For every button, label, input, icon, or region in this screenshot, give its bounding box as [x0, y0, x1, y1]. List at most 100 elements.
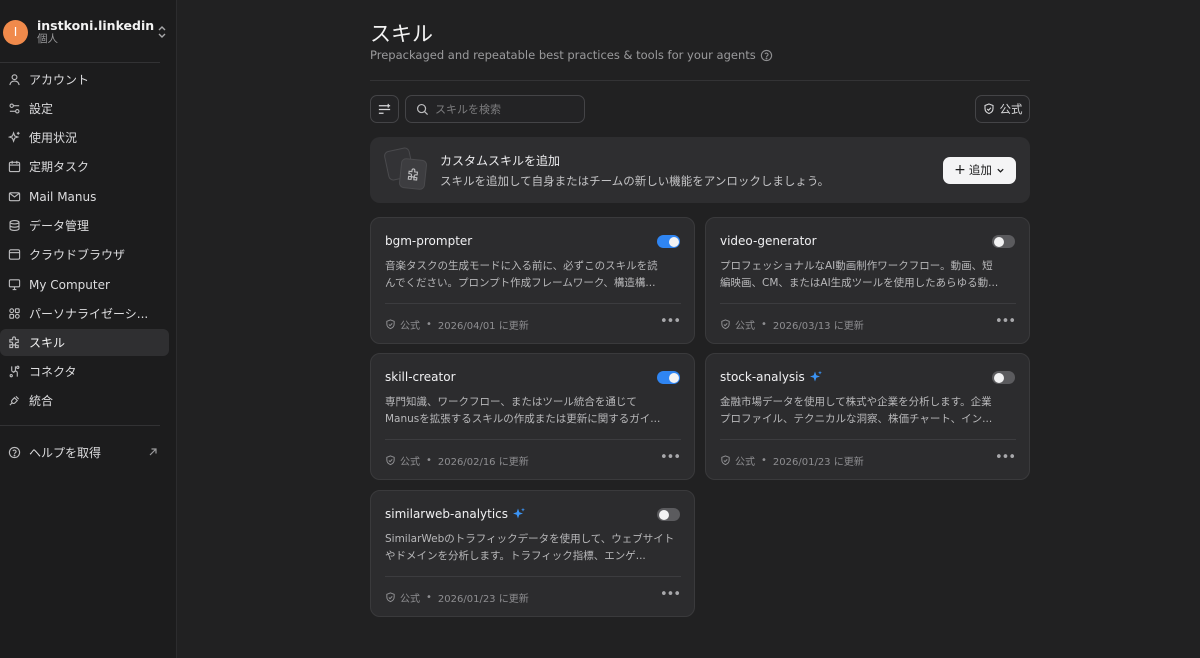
plus-icon: + [954, 162, 966, 178]
chevron-down-icon [997, 168, 1004, 173]
shield-check-icon [386, 319, 395, 330]
skill-meta: 公式 • 2026/01/23 に更新 [720, 453, 864, 468]
skill-description: 専門知識、ワークフロー、またはツール統合を通じて Manusを拡張するスキルの作成… [385, 396, 661, 425]
sidebar-item-mail[interactable]: Mail Manus [0, 183, 169, 210]
shield-check-icon [721, 319, 730, 330]
skill-card-stock-analysis[interactable]: stock-analysis 金融市場データを使用して株式や企業を分析します。企… [705, 353, 1030, 480]
user-icon [9, 74, 20, 86]
official-badge: 公式 [400, 594, 420, 605]
skill-meta: 公式 • 2026/01/23 に更新 [385, 590, 529, 605]
help-circle-icon [8, 446, 21, 459]
connector-icon [9, 365, 20, 378]
sidebar-item-cloud-browser[interactable]: クラウドブラウザ [0, 241, 169, 268]
skill-name: bgm-prompter [385, 234, 473, 248]
puzzle-icon [9, 336, 19, 349]
puzzle-illustration [383, 146, 428, 193]
sparkle-icon [809, 370, 822, 382]
official-badge: 公式 [735, 457, 755, 468]
sidebar-item-data[interactable]: データ管理 [0, 212, 169, 239]
updated-date: 2026/02/16 に更新 [437, 457, 529, 468]
help-circle-icon[interactable] [760, 49, 773, 62]
account-name: instkoni.linkedin [37, 17, 155, 33]
add-custom-skill-banner: カスタムスキルを追加 スキルを追加して自身またはチームの新しい機能をアンロックし… [370, 137, 1030, 203]
account-type: 個人 [37, 33, 58, 46]
external-link-icon [149, 448, 157, 456]
banner-description: スキルを追加して自身またはチームの新しい機能をアンロックしましょう。 [440, 173, 830, 188]
monitor-icon [8, 279, 21, 291]
sidebar-item-label: スキル [29, 336, 66, 350]
skill-name: skill-creator [385, 370, 456, 384]
divider [0, 62, 160, 63]
more-options-icon[interactable]: ••• [660, 451, 681, 464]
sidebar-item-scheduled-tasks[interactable]: 定期タスク [0, 153, 169, 180]
sidebar-item-label: 設定 [29, 102, 54, 116]
more-options-icon[interactable]: ••• [660, 315, 681, 328]
skill-description: SimilarWebのトラフィックデータを使用して、ウェブサイト やドメインを分析… [385, 533, 675, 562]
calendar-icon [8, 160, 21, 173]
more-options-icon[interactable]: ••• [660, 588, 681, 601]
skill-toggle[interactable] [992, 371, 1015, 384]
filter-button[interactable] [370, 95, 399, 123]
skill-meta: 公式 • 2026/04/01 に更新 [385, 317, 529, 332]
skill-card-bgm-prompter[interactable]: bgm-prompter 音楽タスクの生成モードに入る前に、必ずこのスキルを読ん… [370, 217, 695, 344]
sidebar-item-label: Mail Manus [29, 189, 97, 204]
skill-card-similarweb-analytics[interactable]: similarweb-analytics SimilarWebのトラフィックデー… [370, 490, 695, 617]
skill-name: video-generator [720, 234, 817, 248]
sidebar-item-skills[interactable]: スキル [0, 329, 169, 356]
browser-icon [8, 249, 21, 260]
shield-check-icon [386, 455, 395, 466]
skill-card-video-generator[interactable]: video-generator プロフェッショナルなAI動画制作ワークフロー。動… [705, 217, 1030, 344]
updated-date: 2026/04/01 に更新 [437, 321, 529, 332]
skill-description: プロフェッショナルなAI動画制作ワークフロー。動画、短 編映画、CM、またはAI生… [720, 260, 999, 289]
search-icon [416, 103, 429, 115]
account-switcher[interactable]: I instkoni.linkedin 個人 [0, 8, 177, 56]
skill-toggle[interactable] [657, 235, 680, 248]
sidebar-item-label: 統合 [29, 394, 54, 408]
official-badge: 公式 [400, 321, 420, 332]
divider [720, 303, 1016, 304]
sidebar-item-label: 使用状況 [29, 131, 78, 145]
page-title: スキル [370, 22, 433, 46]
sparkle-icon [513, 507, 525, 519]
skill-description: 金融市場データを使用して株式や企業を分析します。企業 プロファイル、テクニカルな洞… [720, 396, 993, 425]
sidebar-item-connectors[interactable]: コネクタ [0, 358, 169, 385]
puzzle-icon [407, 167, 418, 181]
sidebar-item-usage[interactable]: 使用状況 [0, 124, 169, 151]
sidebar-item-help[interactable]: ヘルプを取得 [0, 439, 169, 466]
sidebar-item-settings[interactable]: 設定 [0, 95, 169, 122]
avatar: I [3, 19, 28, 45]
filter-sliders-icon [378, 103, 391, 114]
updated-date: 2026/01/23 に更新 [437, 594, 529, 605]
search-input[interactable] [435, 102, 575, 116]
sidebar-item-label: 定期タスク [29, 160, 90, 174]
sidebar-item-integrations[interactable]: 統合 [0, 387, 169, 414]
search-field[interactable] [405, 95, 585, 123]
shield-check-icon [386, 592, 395, 603]
sparkle-icon [8, 131, 20, 143]
divider [370, 80, 1030, 81]
more-options-icon[interactable]: ••• [995, 451, 1016, 464]
sidebar-item-label: My Computer [29, 277, 110, 292]
sidebar-item-my-computer[interactable]: My Computer [0, 271, 169, 298]
sidebar-item-personalization[interactable]: パーソナライゼーシ... [0, 300, 169, 327]
divider [385, 303, 681, 304]
divider [385, 439, 681, 440]
official-badge: 公式 [400, 457, 420, 468]
updated-date: 2026/01/23 に更新 [772, 457, 864, 468]
more-options-icon[interactable]: ••• [995, 315, 1016, 328]
skill-toggle[interactable] [657, 508, 680, 521]
add-skill-button[interactable]: + 追加 [943, 156, 1016, 184]
official-filter-button[interactable]: 公式 [975, 95, 1030, 123]
add-label: 追加 [968, 163, 992, 177]
sidebar-item-account[interactable]: アカウント [0, 66, 169, 93]
sidebar: I instkoni.linkedin 個人 アカウント 設定 使用状況 定期タ… [0, 0, 177, 658]
skill-card-skill-creator[interactable]: skill-creator 専門知識、ワークフロー、またはツール統合を通じて Ma… [370, 353, 695, 480]
plug-icon [9, 395, 20, 406]
skill-toggle[interactable] [992, 235, 1015, 248]
database-icon [9, 220, 20, 231]
sidebar-item-label: コネクタ [29, 365, 77, 379]
skill-description: 音楽タスクの生成モードに入る前に、必ずこのスキルを読 んでください。プロンプト作成… [385, 260, 658, 289]
skill-toggle[interactable] [657, 371, 680, 384]
skill-name: stock-analysis [720, 370, 805, 384]
settings-sliders-icon [9, 103, 20, 114]
